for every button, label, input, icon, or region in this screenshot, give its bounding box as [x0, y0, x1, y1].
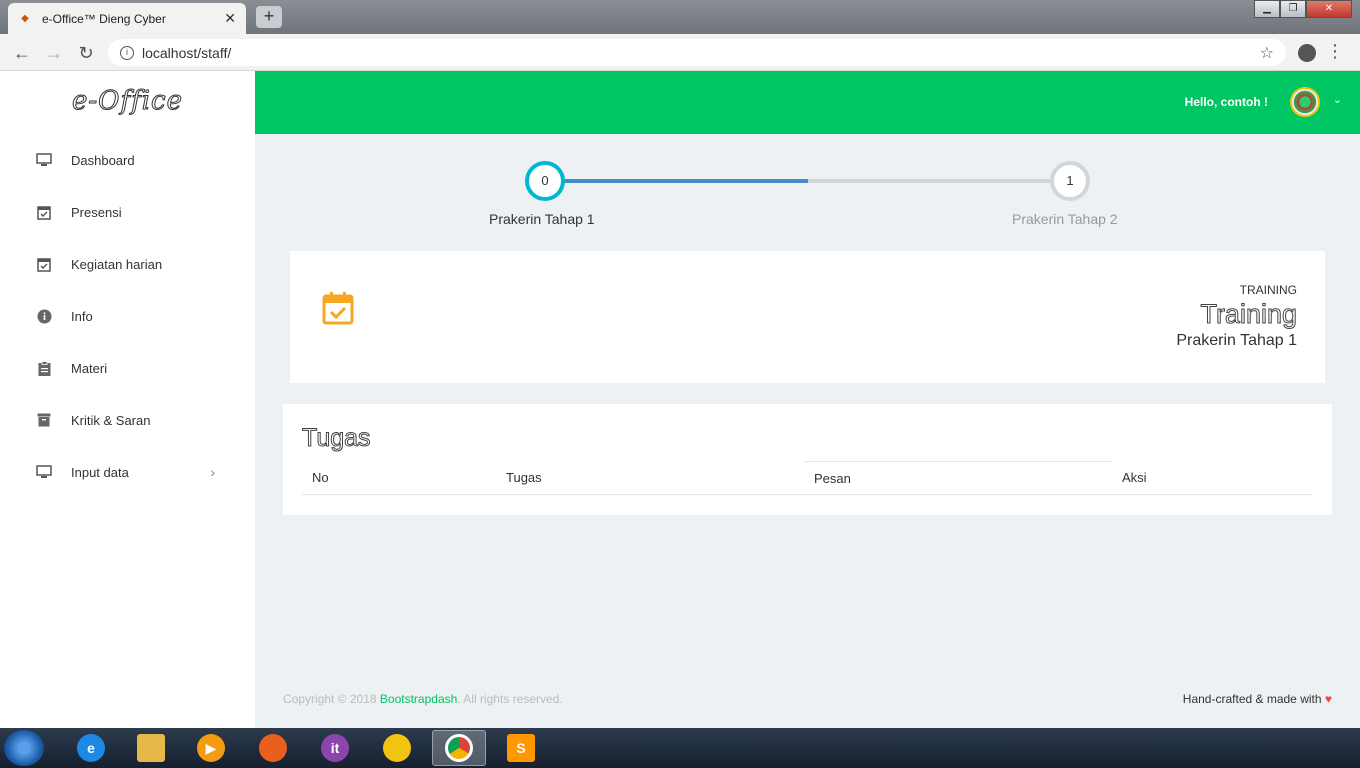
- account-icon[interactable]: [1298, 44, 1316, 62]
- bootstrapdash-link[interactable]: Bootstrapdash: [380, 692, 457, 706]
- training-title: Training: [1200, 299, 1298, 330]
- column-header-pesan[interactable]: Pesan: [804, 461, 1112, 495]
- info-icon: [36, 308, 52, 324]
- tab-title: e-Office™ Dieng Cyber: [42, 11, 166, 26]
- taskbar-it[interactable]: it: [308, 730, 362, 766]
- taskbar-media[interactable]: ▶: [184, 730, 238, 766]
- column-header-no[interactable]: No: [302, 461, 496, 495]
- sidebar-item-kritik-saran[interactable]: Kritik & Saran: [0, 394, 255, 446]
- tugas-table: No Tugas Pesan Aksi: [302, 461, 1312, 495]
- training-info: TRAINING Training Prakerin Tahap 1: [1176, 283, 1297, 350]
- calendar-check-icon: [322, 291, 354, 330]
- training-category: TRAINING: [1239, 283, 1297, 297]
- chrome-icon: [445, 734, 473, 762]
- taskbar-explorer[interactable]: [124, 730, 178, 766]
- sidebar-item-input-data[interactable]: Input data ›: [0, 446, 255, 498]
- window-controls: ▁ ❐ ✕: [1254, 0, 1352, 18]
- sidebar-item-label: Info: [71, 308, 93, 324]
- tugas-title: Tugas: [302, 424, 372, 453]
- sidebar-item-presensi[interactable]: Presensi: [0, 186, 255, 238]
- sidebar-item-label: Kritik & Saran: [71, 412, 151, 428]
- tugas-card: Tugas No Tugas Pesan Aksi: [283, 404, 1332, 515]
- sidebar-item-dashboard[interactable]: Dashboard: [0, 134, 255, 186]
- sidebar-item-label: Kegiatan harian: [71, 256, 163, 272]
- sidebar-item-label: Dashboard: [71, 152, 135, 168]
- browser-tab[interactable]: ◆ e-Office™ Dieng Cyber ✕: [8, 3, 246, 34]
- menu-kebab-icon[interactable]: ⋮: [1326, 41, 1344, 62]
- app-icon: [383, 734, 411, 762]
- taskbar-sublime[interactable]: S: [494, 730, 548, 766]
- step-label-2: Prakerin Tahap 2: [1012, 211, 1118, 227]
- new-tab-button[interactable]: +: [256, 6, 282, 28]
- brand-logo[interactable]: e-Office: [0, 71, 255, 134]
- chevron-down-icon[interactable]: ⌄: [1333, 93, 1342, 106]
- forward-icon[interactable]: →: [42, 41, 66, 65]
- copyright-suffix: . All rights reserved.: [457, 692, 563, 706]
- browser-toolbar: ← → ↻ i localhost/staff/ ☆ ⋮: [0, 34, 1360, 71]
- training-stage: Prakerin Tahap 1: [1176, 332, 1297, 349]
- site-info-icon[interactable]: i: [120, 45, 134, 60]
- monitor-icon: [36, 152, 52, 168]
- heart-icon: ♥: [1324, 692, 1332, 706]
- footer-copyright: Copyright © 2018 Bootstrapdash. All righ…: [283, 692, 563, 706]
- folder-icon: [137, 734, 165, 762]
- archive-icon: [36, 412, 52, 428]
- media-player-icon: ▶: [197, 734, 225, 762]
- step-circle-2: 1: [1050, 161, 1090, 201]
- minimize-button[interactable]: ▁: [1254, 0, 1280, 18]
- clipboard-icon: [36, 360, 52, 376]
- address-bar[interactable]: i localhost/staff/ ☆: [108, 39, 1286, 66]
- step-progress: [545, 179, 808, 183]
- os-taskbar: e ▶ it S: [0, 728, 1360, 768]
- it-app-icon: it: [321, 734, 349, 762]
- step-label-1: Prakerin Tahap 1: [489, 211, 595, 227]
- credit-text: Hand-crafted & made with: [1182, 692, 1325, 706]
- sidebar-item-label: Materi: [71, 360, 108, 376]
- maximize-button[interactable]: ❐: [1280, 0, 1306, 18]
- reload-icon[interactable]: ↻: [74, 41, 98, 65]
- favicon-icon: ◆: [21, 13, 29, 24]
- sidebar-item-label: Input data: [71, 464, 129, 480]
- monitor-icon: [36, 464, 52, 480]
- sublime-icon: S: [507, 734, 535, 762]
- column-header-aksi[interactable]: Aksi: [1112, 461, 1312, 495]
- chevron-right-icon[interactable]: ›: [210, 464, 215, 480]
- sidebar-item-info[interactable]: Info: [0, 290, 255, 342]
- url-text: localhost/staff/: [142, 44, 232, 61]
- user-greeting: Hello, contoh !: [1184, 95, 1268, 109]
- tab-close-icon[interactable]: ✕: [224, 10, 236, 27]
- firefox-icon: [259, 734, 287, 762]
- main-content: 0 1 Prakerin Tahap 1 Prakerin Tahap 2 TR…: [255, 134, 1360, 728]
- browser-tabbar: ◆ e-Office™ Dieng Cyber ✕ + ▁ ❐ ✕: [0, 0, 1360, 34]
- taskbar-ie[interactable]: e: [64, 730, 118, 766]
- calendar-check-icon: [36, 256, 52, 272]
- sidebar: e-Office Dashboard Presensi Kegiatan har…: [0, 71, 255, 728]
- column-header-tugas[interactable]: Tugas: [496, 461, 804, 495]
- step-circle-1: 0: [525, 161, 565, 201]
- training-card: TRAINING Training Prakerin Tahap 1: [290, 251, 1325, 383]
- ie-icon: e: [77, 734, 105, 762]
- sidebar-item-label: Presensi: [71, 204, 122, 220]
- taskbar-firefox[interactable]: [246, 730, 300, 766]
- sidebar-item-kegiatan-harian[interactable]: Kegiatan harian: [0, 238, 255, 290]
- back-icon[interactable]: ←: [10, 41, 34, 65]
- progress-stepper: 0 1 Prakerin Tahap 1 Prakerin Tahap 2: [255, 134, 1360, 244]
- calendar-check-icon: [36, 204, 52, 220]
- bookmark-star-icon[interactable]: ☆: [1260, 43, 1274, 63]
- top-header: Hello, contoh ! ⌄: [255, 71, 1360, 134]
- taskbar-app[interactable]: [370, 730, 424, 766]
- start-button[interactable]: [4, 730, 44, 766]
- taskbar-chrome[interactable]: [432, 730, 486, 766]
- sidebar-item-materi[interactable]: Materi: [0, 342, 255, 394]
- footer-credit: Hand-crafted & made with ♥: [1183, 692, 1332, 706]
- copyright-prefix: Copyright © 2018: [283, 692, 380, 706]
- avatar[interactable]: [1290, 87, 1320, 117]
- window-close-button[interactable]: ✕: [1306, 0, 1352, 18]
